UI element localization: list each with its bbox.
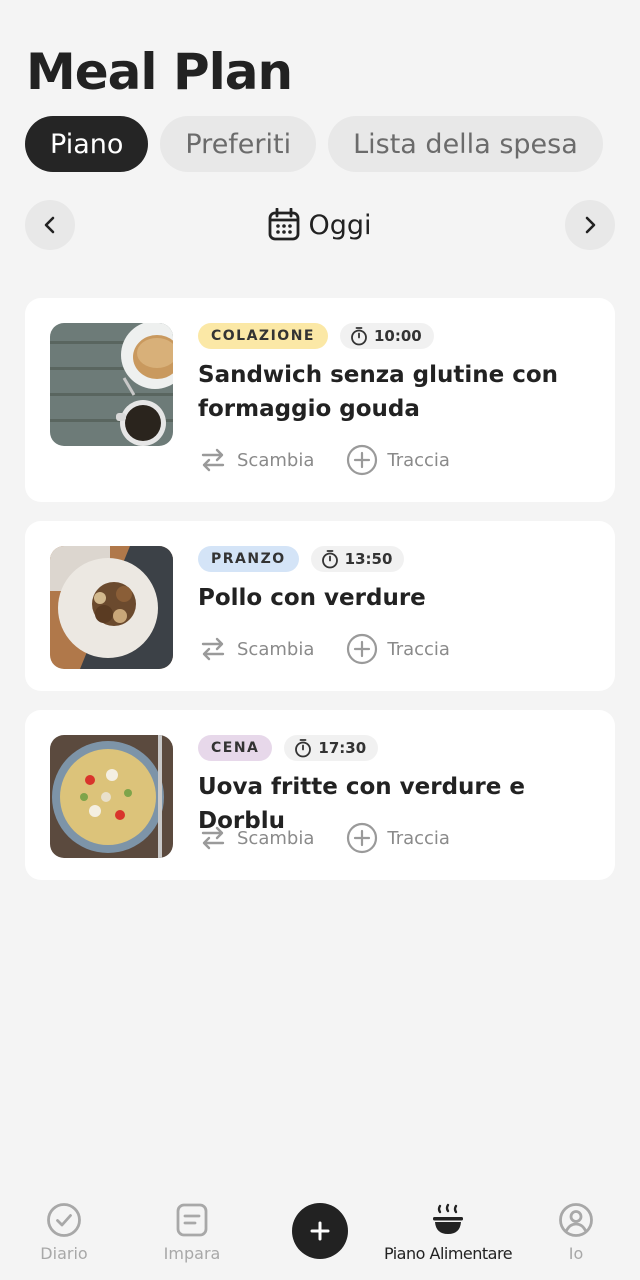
add-button[interactable] bbox=[292, 1203, 348, 1259]
track-label: Traccia bbox=[387, 638, 450, 660]
meal-name[interactable]: Pollo con verdure bbox=[198, 581, 598, 615]
tab-piano[interactable]: Piano bbox=[25, 116, 149, 172]
nav-label: Impara bbox=[163, 1244, 221, 1263]
nav-item-io[interactable]: Io bbox=[512, 1202, 640, 1263]
plus-circle-icon bbox=[347, 822, 378, 854]
meal-name[interactable]: Sandwich senza glutine con formaggio gou… bbox=[198, 358, 598, 426]
date-label: Oggi bbox=[308, 209, 372, 241]
swap-button[interactable]: Scambia bbox=[198, 445, 314, 475]
meal-image bbox=[50, 546, 173, 669]
meal-time-text: 17:30 bbox=[318, 739, 367, 757]
bottom-navigation: Diario Impara Piano Alimentare Io bbox=[0, 1180, 640, 1280]
stopwatch-icon bbox=[351, 327, 367, 346]
page-title: Meal Plan bbox=[26, 43, 293, 101]
track-label: Traccia bbox=[387, 827, 450, 849]
meal-time: 17:30 bbox=[284, 735, 379, 761]
tab-bar: Piano Preferiti Lista della spesa bbox=[25, 116, 603, 172]
stopwatch-icon bbox=[295, 739, 312, 758]
calendar-icon bbox=[269, 208, 300, 241]
meal-time: 13:50 bbox=[310, 546, 405, 572]
chevron-right-icon bbox=[585, 216, 596, 234]
swap-arrows-icon bbox=[201, 637, 225, 661]
nav-item-piano-alimentare[interactable]: Piano Alimentare bbox=[383, 1202, 513, 1263]
track-button[interactable]: Traccia bbox=[346, 444, 450, 476]
document-icon bbox=[176, 1203, 208, 1237]
track-button[interactable]: Traccia bbox=[346, 822, 450, 854]
stopwatch-icon bbox=[321, 550, 338, 569]
nav-item-impara[interactable]: Impara bbox=[128, 1202, 256, 1263]
date-selector[interactable]: Oggi bbox=[25, 200, 615, 250]
swap-label: Scambia bbox=[237, 827, 315, 849]
bowl-icon bbox=[433, 1203, 463, 1234]
tab-lista-della-spesa[interactable]: Lista della spesa bbox=[328, 116, 603, 172]
swap-arrows-icon bbox=[201, 448, 225, 472]
next-day-button[interactable] bbox=[565, 200, 615, 250]
swap-label: Scambia bbox=[237, 638, 315, 660]
plus-circle-icon bbox=[347, 444, 378, 476]
plus-icon bbox=[310, 1221, 330, 1241]
nav-item-diario[interactable]: Diario bbox=[0, 1202, 128, 1263]
meal-card-colazione[interactable]: COLAZIONE 10:00 Sandwich senza glutine c… bbox=[25, 298, 615, 502]
meal-category-badge: CENA bbox=[198, 735, 273, 761]
user-circle-icon bbox=[559, 1203, 593, 1237]
meal-time: 10:00 bbox=[339, 323, 434, 349]
swap-label: Scambia bbox=[237, 449, 315, 471]
meal-category-badge: COLAZIONE bbox=[198, 323, 328, 349]
swap-button[interactable]: Scambia bbox=[198, 634, 314, 664]
plus-circle-icon bbox=[347, 633, 378, 665]
meal-category-badge: PRANZO bbox=[198, 546, 299, 572]
tab-preferiti[interactable]: Preferiti bbox=[160, 116, 317, 172]
meal-image bbox=[50, 323, 173, 446]
check-circle-icon bbox=[47, 1203, 81, 1237]
meal-time-text: 13:50 bbox=[344, 550, 393, 568]
track-label: Traccia bbox=[387, 449, 450, 471]
date-navigator: Oggi bbox=[25, 200, 615, 250]
swap-button[interactable]: Scambia bbox=[198, 823, 314, 853]
nav-label: Diario bbox=[40, 1244, 88, 1263]
track-button[interactable]: Traccia bbox=[346, 633, 450, 665]
meal-card-pranzo[interactable]: PRANZO 13:50 Pollo con verdure Scambia T… bbox=[25, 521, 615, 691]
nav-label: Piano Alimentare bbox=[383, 1244, 513, 1263]
meal-time-text: 10:00 bbox=[373, 327, 422, 345]
swap-arrows-icon bbox=[201, 826, 225, 850]
meal-card-cena[interactable]: CENA 17:30 Uova fritte con verdure e Dor… bbox=[25, 710, 615, 880]
nav-label: Io bbox=[568, 1244, 584, 1263]
meal-image bbox=[50, 735, 173, 858]
